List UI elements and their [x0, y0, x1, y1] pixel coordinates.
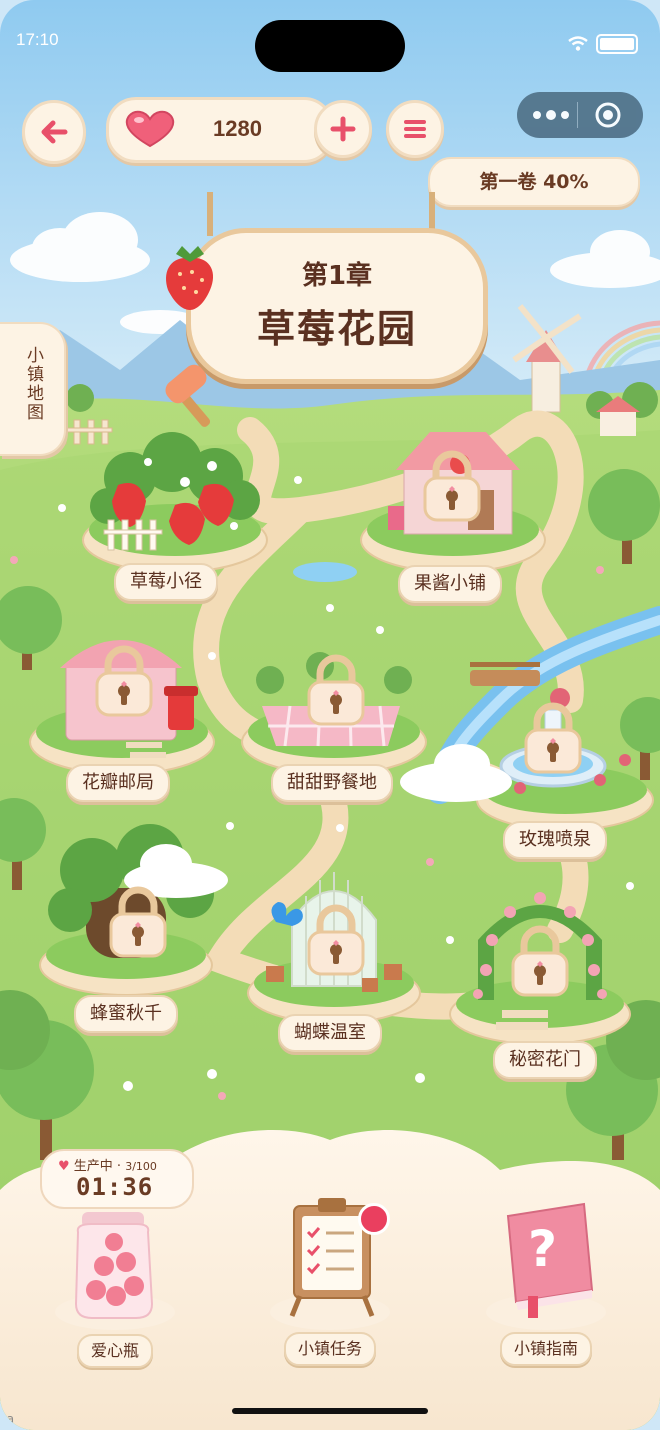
battery-icon [596, 34, 638, 54]
town-guide-label: 小镇指南 [499, 1332, 593, 1366]
hammer-icon [165, 364, 211, 427]
town-map-tab[interactable]: 小镇地图 [0, 322, 66, 456]
strawberry-icon [166, 246, 214, 310]
corner-text: ka [0, 1412, 15, 1426]
chapter-sign: 第1章 草莓花园 [186, 228, 488, 384]
location-label-rose-fountain[interactable]: 玫瑰喷泉 [503, 821, 607, 859]
location-label-honey-swing[interactable]: 蜂蜜秋千 [74, 995, 178, 1033]
heart-icon [125, 110, 175, 148]
lock-icon [91, 643, 157, 717]
mini-program-capsule [517, 92, 643, 138]
chapter-title: 草莓花园 [256, 307, 417, 351]
location-label-petal-post-office[interactable]: 花瓣邮局 [66, 764, 170, 802]
close-miniprogram-icon[interactable] [594, 101, 622, 129]
lock-icon [105, 884, 171, 958]
lock-icon [419, 448, 485, 522]
home-indicator[interactable] [232, 1408, 428, 1414]
back-button[interactable] [22, 100, 86, 164]
question-mark-icon: ? [528, 1220, 558, 1278]
location-label-jam-shop[interactable]: 果酱小铺 [398, 565, 502, 603]
lock-icon [303, 652, 369, 726]
location-label-secret-flower-gate[interactable]: 秘密花门 [493, 1041, 597, 1079]
town-map-tab-label: 小镇地图 [23, 346, 43, 422]
wifi-icon [568, 36, 588, 51]
heart-currency: 1280 [106, 97, 334, 163]
location-label-sweet-picnic[interactable]: 甜甜野餐地 [271, 764, 393, 802]
lock-icon [507, 923, 573, 997]
menu-icon [404, 120, 426, 138]
camera-notch [255, 20, 405, 72]
heart-jar-label: 爱心瓶 [76, 1334, 154, 1368]
status-time: 17:10 [16, 30, 59, 49]
production-count: 3/100 [125, 1160, 157, 1173]
location-label-butterfly-greenhouse[interactable]: 蝴蝶温室 [278, 1014, 382, 1052]
heart-count: 1280 [213, 116, 262, 141]
lock-icon [520, 700, 586, 774]
arrow-left-icon [41, 120, 68, 144]
production-line: ♥ 生产中 · 3/100 [58, 1155, 157, 1174]
chapter-number: 第1章 [301, 261, 373, 291]
lock-icon [303, 902, 369, 976]
menu-button[interactable] [386, 100, 444, 158]
more-dots-icon[interactable] [531, 109, 571, 121]
plus-icon [330, 116, 356, 142]
add-hearts-button[interactable] [314, 100, 372, 158]
status-icons [568, 34, 638, 54]
location-label-strawberry-path[interactable]: 草莓小径 [114, 563, 218, 601]
town-tasks-label: 小镇任务 [283, 1332, 377, 1366]
production-status-text: 生产中 · [73, 1159, 122, 1174]
heart-small-icon: ♥ [58, 1159, 70, 1174]
game-screen: 17:10 1280 第一卷 40% 小镇地图 第1章 草莓花园 草莓小径 果酱… [0, 0, 660, 1430]
notification-badge [358, 1203, 390, 1235]
